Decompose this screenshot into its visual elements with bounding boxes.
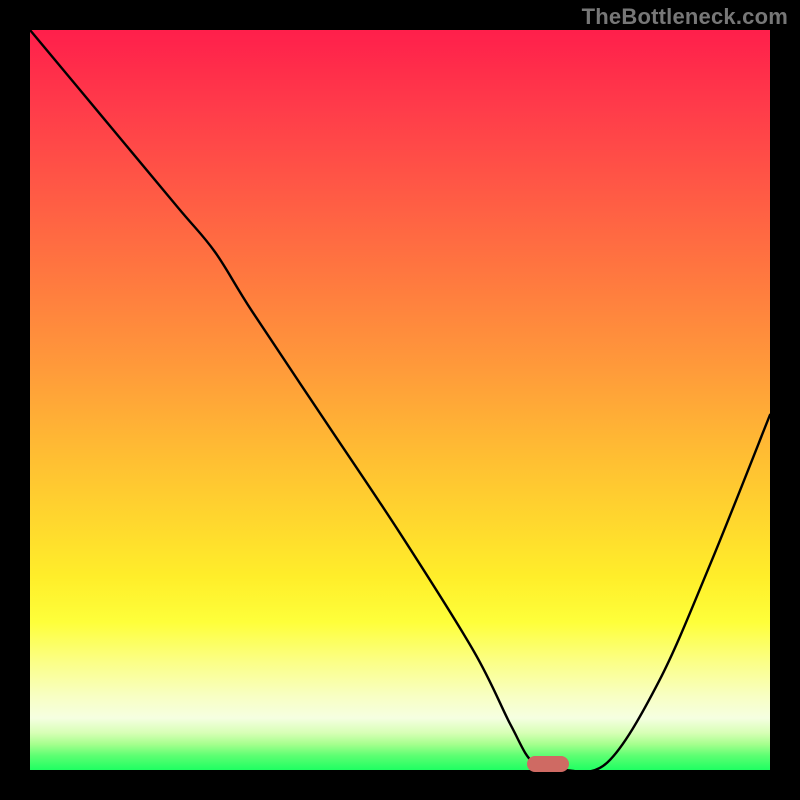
bottleneck-curve xyxy=(30,30,770,770)
watermark-label: TheBottleneck.com xyxy=(582,4,788,30)
plot-area xyxy=(30,30,770,770)
chart-container: TheBottleneck.com xyxy=(0,0,800,800)
curve-path xyxy=(30,30,770,770)
optimal-marker xyxy=(527,756,569,772)
